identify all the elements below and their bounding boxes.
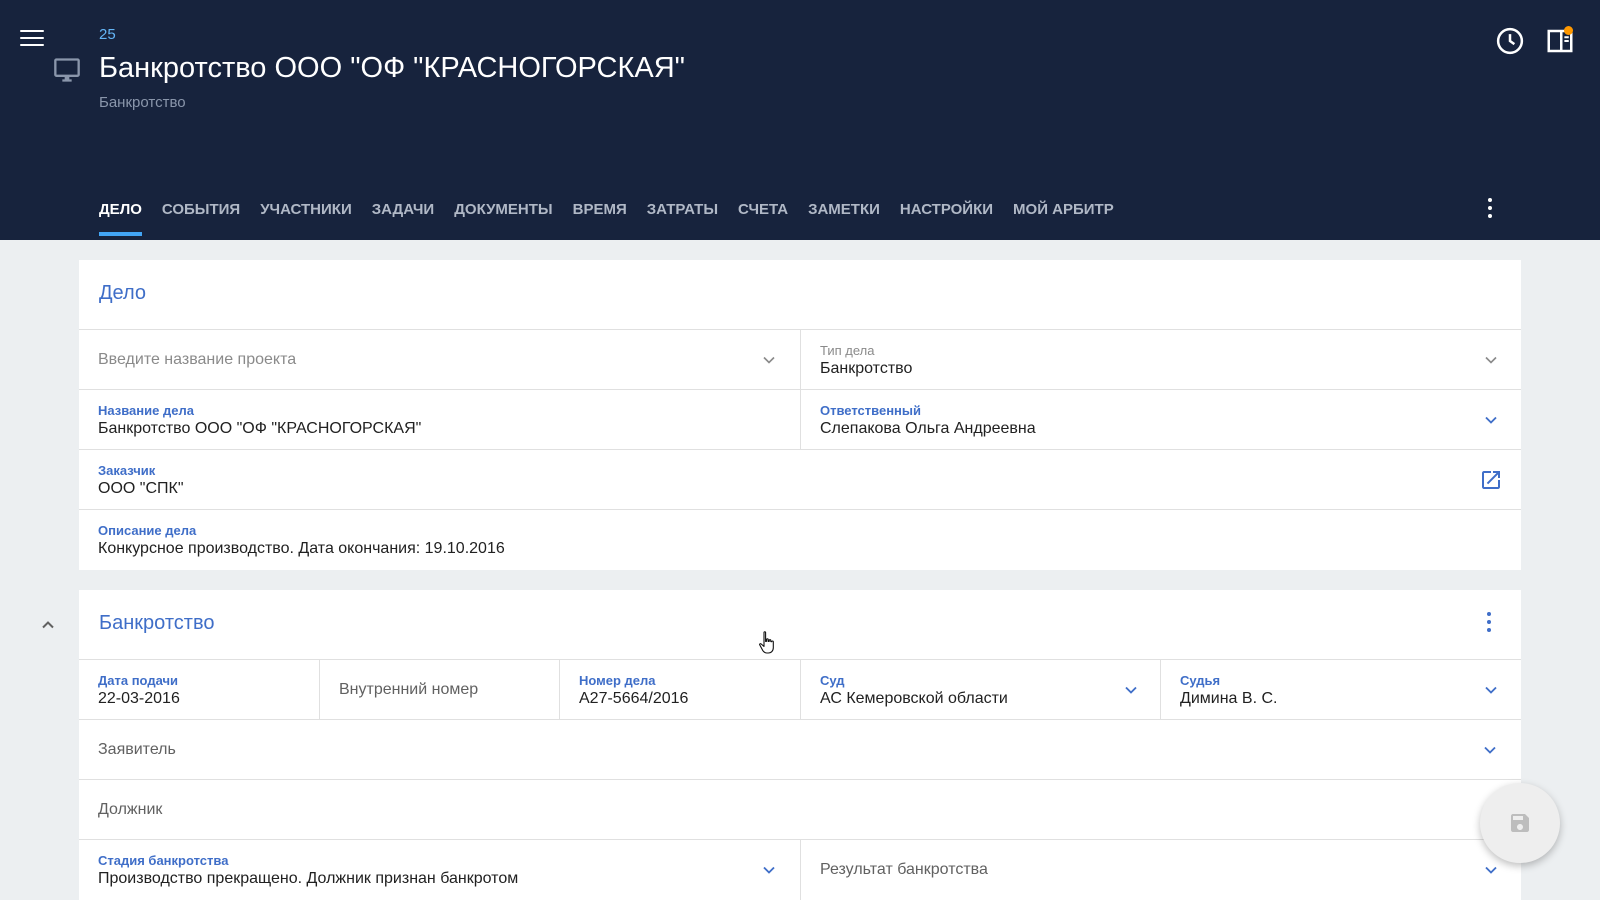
tab-tasks[interactable]: ЗАДАЧИ xyxy=(372,196,434,240)
case-card-title: Дело xyxy=(99,282,147,304)
menu-icon[interactable] xyxy=(20,30,44,50)
result-select[interactable]: Результат банкротства xyxy=(800,840,1521,900)
filing-date-value: 22-03-2016 xyxy=(98,690,180,707)
chevron-down-icon[interactable] xyxy=(1481,860,1501,880)
form-row: Введите название проекта Тип дела Банкро… xyxy=(79,329,1521,390)
debtor-select[interactable]: Должник xyxy=(79,780,1521,840)
chevron-down-icon[interactable] xyxy=(1480,740,1500,760)
form-row: Стадия банкротства Производство прекраще… xyxy=(79,839,1521,900)
stage-select[interactable]: Стадия банкротства Производство прекраще… xyxy=(79,840,800,900)
case-type-label: Тип дела xyxy=(820,343,875,358)
notification-dot xyxy=(1564,26,1573,35)
debtor-placeholder: Должник xyxy=(98,801,163,818)
more-vert-icon[interactable] xyxy=(1481,612,1497,636)
responsible-label: Ответственный xyxy=(820,403,921,418)
hand-cursor-icon xyxy=(759,631,774,654)
chevron-down-icon[interactable] xyxy=(1481,680,1501,700)
client-value: ООО "СПК" xyxy=(98,480,184,497)
responsible-value: Слепакова Ольга Андреевна xyxy=(820,420,1036,437)
chevron-up-icon[interactable] xyxy=(38,615,58,635)
chevron-down-icon[interactable] xyxy=(759,860,779,880)
form-row: Заявитель xyxy=(79,719,1521,779)
client-label: Заказчик xyxy=(98,463,156,478)
client-field[interactable]: Заказчик ООО "СПК" xyxy=(79,450,1521,510)
internal-number-field[interactable]: Внутренний номер xyxy=(319,660,559,720)
tab-bar: ДЕЛО СОБЫТИЯ УЧАСТНИКИ ЗАДАЧИ ДОКУМЕНТЫ … xyxy=(99,196,1134,240)
form-row: Дата подачи 22-03-2016 Внутренний номер … xyxy=(79,659,1521,720)
form-row: Должник xyxy=(79,779,1521,839)
judge-label: Судья xyxy=(1180,673,1221,688)
tab-events[interactable]: СОБЫТИЯ xyxy=(162,196,240,240)
result-placeholder: Результат банкротства xyxy=(820,861,988,878)
bankruptcy-card-title: Банкротство xyxy=(99,612,215,634)
chevron-down-icon[interactable] xyxy=(759,350,779,370)
page-title: Банкротство ООО "ОФ "КРАСНОГОРСКАЯ" xyxy=(99,52,685,84)
filing-date-label: Дата подачи xyxy=(98,673,179,688)
more-vert-icon[interactable] xyxy=(1482,198,1498,222)
court-label: Суд xyxy=(820,673,845,688)
chevron-down-icon[interactable] xyxy=(1481,410,1501,430)
tab-invoices[interactable]: СЧЕТА xyxy=(738,196,788,240)
project-select[interactable]: Введите название проекта xyxy=(79,330,800,390)
chevron-down-icon[interactable] xyxy=(1121,680,1141,700)
form-row: Название дела Банкротство ООО "ОФ "КРАСН… xyxy=(79,389,1521,450)
case-number-link[interactable]: 25 xyxy=(99,26,116,43)
case-name-field[interactable]: Название дела Банкротство ООО "ОФ "КРАСН… xyxy=(79,390,800,450)
case-number-field[interactable]: Номер дела А27-5664/2016 xyxy=(559,660,800,720)
responsible-select[interactable]: Ответственный Слепакова Ольга Андреевна xyxy=(800,390,1521,450)
court-select[interactable]: Суд АС Кемеровской области xyxy=(800,660,1160,720)
case-number-value: А27-5664/2016 xyxy=(579,690,689,707)
save-button[interactable] xyxy=(1480,783,1560,863)
bankruptcy-card: Банкротство Дата подачи 22-03-2016 Внутр… xyxy=(79,590,1521,900)
case-card: Дело Введите название проекта Тип дела Б… xyxy=(79,260,1521,570)
description-field[interactable]: Описание дела Конкурсное производство. Д… xyxy=(79,510,1521,570)
tab-time[interactable]: ВРЕМЯ xyxy=(573,196,627,240)
applicant-select[interactable]: Заявитель xyxy=(79,720,1521,780)
filing-date-field[interactable]: Дата подачи 22-03-2016 xyxy=(79,660,319,720)
tab-my-arbiter[interactable]: МОЙ АРБИТР xyxy=(1013,196,1114,240)
description-value: Конкурсное производство. Дата окончания:… xyxy=(98,540,505,557)
history-clock-icon[interactable] xyxy=(1495,26,1525,56)
form-row: Описание дела Конкурсное производство. Д… xyxy=(79,509,1521,569)
judge-value: Димина В. С. xyxy=(1180,690,1278,707)
save-icon xyxy=(1511,814,1529,832)
description-label: Описание дела xyxy=(98,523,197,538)
tab-notes[interactable]: ЗАМЕТКИ xyxy=(808,196,880,240)
chevron-down-icon[interactable] xyxy=(1481,350,1501,370)
tab-expenses[interactable]: ЗАТРАТЫ xyxy=(647,196,718,240)
monitor-icon xyxy=(54,58,80,82)
tab-settings[interactable]: НАСТРОЙКИ xyxy=(900,196,993,240)
internal-number-placeholder: Внутренний номер xyxy=(339,681,479,698)
tab-case[interactable]: ДЕЛО xyxy=(99,196,142,240)
applicant-placeholder: Заявитель xyxy=(98,741,176,758)
case-name-value: Банкротство ООО "ОФ "КРАСНОГОРСКАЯ" xyxy=(98,420,422,437)
case-type-value: Банкротство xyxy=(820,360,913,377)
judge-select[interactable]: Судья Димина В. С. xyxy=(1160,660,1521,720)
tab-participants[interactable]: УЧАСТНИКИ xyxy=(260,196,352,240)
tab-documents[interactable]: ДОКУМЕНТЫ xyxy=(454,196,552,240)
case-type-select[interactable]: Тип дела Банкротство xyxy=(800,330,1521,390)
case-name-label: Название дела xyxy=(98,403,194,418)
project-placeholder: Введите название проекта xyxy=(98,351,297,368)
app-header: 25 Банкротство ООО "ОФ "КРАСНОГОРСКАЯ" Б… xyxy=(0,0,1600,240)
stage-value: Производство прекращено. Должник признан… xyxy=(98,870,519,887)
open-external-icon[interactable] xyxy=(1479,468,1503,492)
court-value: АС Кемеровской области xyxy=(820,690,1008,707)
form-row: Заказчик ООО "СПК" xyxy=(79,449,1521,509)
case-number-label: Номер дела xyxy=(579,673,656,688)
page-subtitle: Банкротство xyxy=(99,94,186,111)
stage-label: Стадия банкротства xyxy=(98,853,229,868)
